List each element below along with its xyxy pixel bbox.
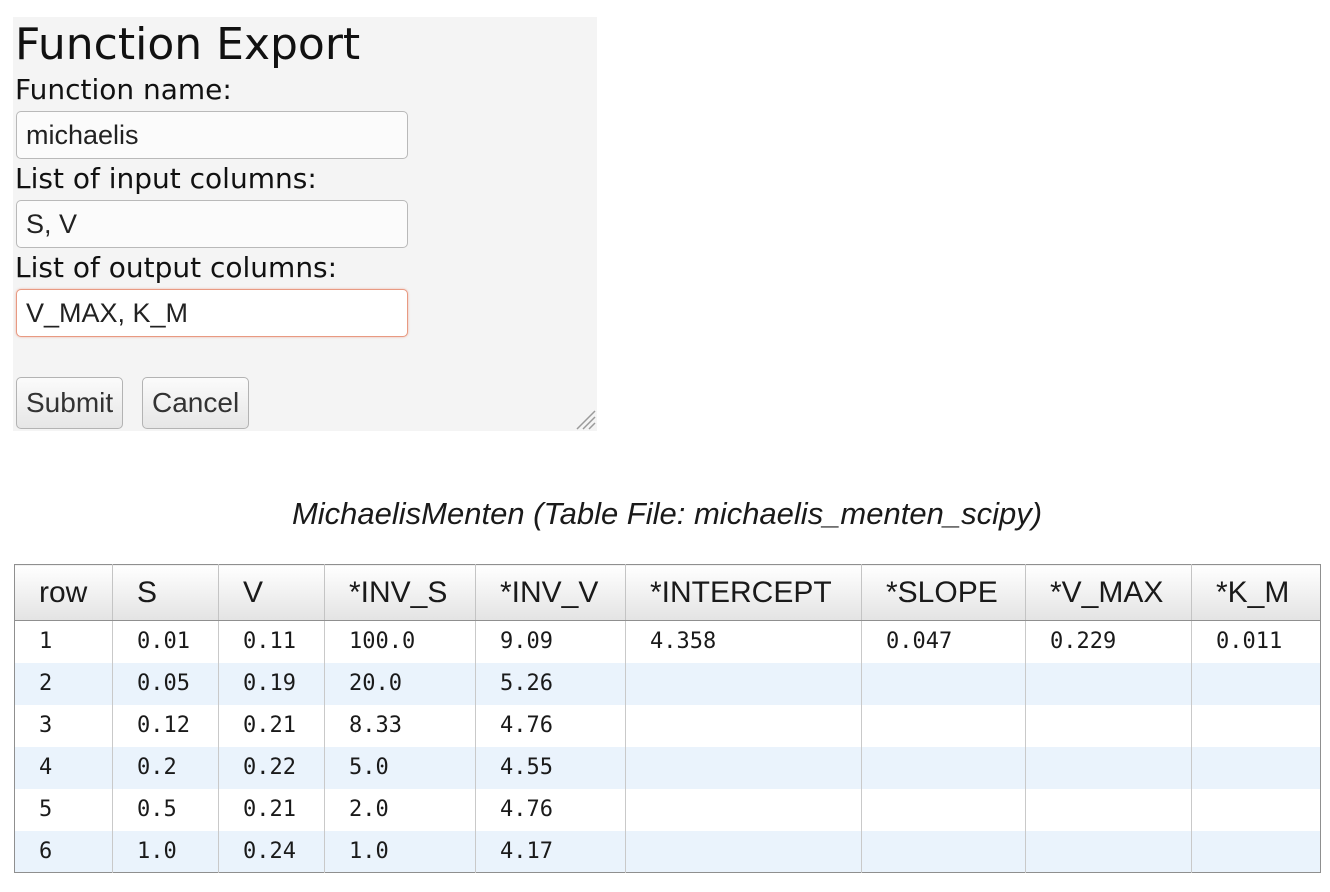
table-cell: 5.0: [324, 746, 476, 789]
table-cell: [1191, 788, 1321, 831]
table-cell: 4.55: [475, 746, 626, 789]
table-cell: 5: [14, 788, 113, 831]
table-cell: 0.21: [218, 788, 325, 831]
column-header-inv-s[interactable]: *INV_S: [324, 564, 476, 621]
table-cell: 0.22: [218, 746, 325, 789]
table-cell: 20.0: [324, 662, 476, 705]
function-name-label: Function name:: [15, 73, 232, 106]
resize-grip-icon[interactable]: [574, 408, 596, 430]
column-header-s[interactable]: S: [112, 564, 219, 621]
function-export-dialog: Function Export Function name: List of i…: [13, 17, 597, 431]
table-cell: 2: [14, 662, 113, 705]
table-cell: [1191, 830, 1321, 873]
table-row: 2 0.05 0.19 20.0 5.26: [14, 662, 1321, 705]
table-cell: 0.5: [112, 788, 219, 831]
submit-button[interactable]: Submit: [16, 377, 124, 429]
table-cell: 8.33: [324, 704, 476, 747]
column-header-k-m[interactable]: *K_M: [1191, 564, 1321, 621]
table-cell: 0.01: [112, 620, 219, 663]
table-cell: 4.76: [475, 788, 626, 831]
table-cell: [861, 662, 1026, 705]
table-cell: 0.229: [1025, 620, 1192, 663]
table-cell: 0.19: [218, 662, 325, 705]
table-cell: 4.76: [475, 704, 626, 747]
table-cell: 0.047: [861, 620, 1026, 663]
table-cell: 1.0: [324, 830, 476, 873]
table-cell: 3: [14, 704, 113, 747]
table-cell: [861, 746, 1026, 789]
table-cell: 4: [14, 746, 113, 789]
column-header-v[interactable]: V: [218, 564, 325, 621]
table-cell: 0.21: [218, 704, 325, 747]
table-cell: 9.09: [475, 620, 626, 663]
table-row: 3 0.12 0.21 8.33 4.76: [14, 704, 1321, 747]
table-cell: [861, 788, 1026, 831]
table-cell: 0.011: [1191, 620, 1321, 663]
output-columns-label: List of output columns:: [15, 251, 338, 284]
table-row: 1 0.01 0.11 100.0 9.09 4.358 0.047 0.229…: [14, 620, 1321, 663]
table-cell: [861, 704, 1026, 747]
table-cell: [1191, 662, 1321, 705]
table-cell: 0.2: [112, 746, 219, 789]
table-cell: [625, 746, 862, 789]
table-cell: 100.0: [324, 620, 476, 663]
table-caption: MichaelisMenten (Table File: michaelis_m…: [291, 496, 1043, 531]
table-cell: [1025, 788, 1192, 831]
column-header-row[interactable]: row: [14, 564, 113, 621]
table-cell: 0.12: [112, 704, 219, 747]
table-row: 5 0.5 0.21 2.0 4.76: [14, 788, 1321, 831]
table-cell: [1025, 746, 1192, 789]
column-header-intercept[interactable]: *INTERCEPT: [625, 564, 862, 621]
function-name-input[interactable]: [16, 111, 408, 159]
table-header-row: row S V *INV_S *INV_V *INTERCEPT *SLOPE …: [14, 564, 1321, 621]
column-header-v-max[interactable]: *V_MAX: [1025, 564, 1192, 621]
column-header-inv-v[interactable]: *INV_V: [475, 564, 626, 621]
dialog-title: Function Export: [15, 19, 361, 70]
input-columns-input[interactable]: [16, 200, 408, 248]
table-cell: 0.05: [112, 662, 219, 705]
table-cell: [625, 788, 862, 831]
table-cell: 4.17: [475, 830, 626, 873]
input-columns-label: List of input columns:: [15, 162, 317, 195]
column-header-slope[interactable]: *SLOPE: [861, 564, 1026, 621]
table-row: 4 0.2 0.22 5.0 4.55: [14, 746, 1321, 789]
table-row: 6 1.0 0.24 1.0 4.17: [14, 830, 1321, 873]
table-cell: 4.358: [625, 620, 862, 663]
table-cell: [1191, 746, 1321, 789]
table-cell: [625, 830, 862, 873]
data-table: row S V *INV_S *INV_V *INTERCEPT *SLOPE …: [14, 564, 1321, 873]
table-cell: [1025, 704, 1192, 747]
table-cell: [1025, 830, 1192, 873]
table-cell: [625, 704, 862, 747]
cancel-button[interactable]: Cancel: [142, 377, 250, 429]
table-cell: [1191, 704, 1321, 747]
table-cell: [861, 830, 1026, 873]
output-columns-input[interactable]: [16, 289, 408, 337]
table-cell: 1: [14, 620, 113, 663]
table-cell: 6: [14, 830, 113, 873]
table-cell: 1.0: [112, 830, 219, 873]
table-cell: [625, 662, 862, 705]
table-cell: 0.24: [218, 830, 325, 873]
table-cell: 0.11: [218, 620, 325, 663]
table-cell: [1025, 662, 1192, 705]
table-cell: 5.26: [475, 662, 626, 705]
table-cell: 2.0: [324, 788, 476, 831]
